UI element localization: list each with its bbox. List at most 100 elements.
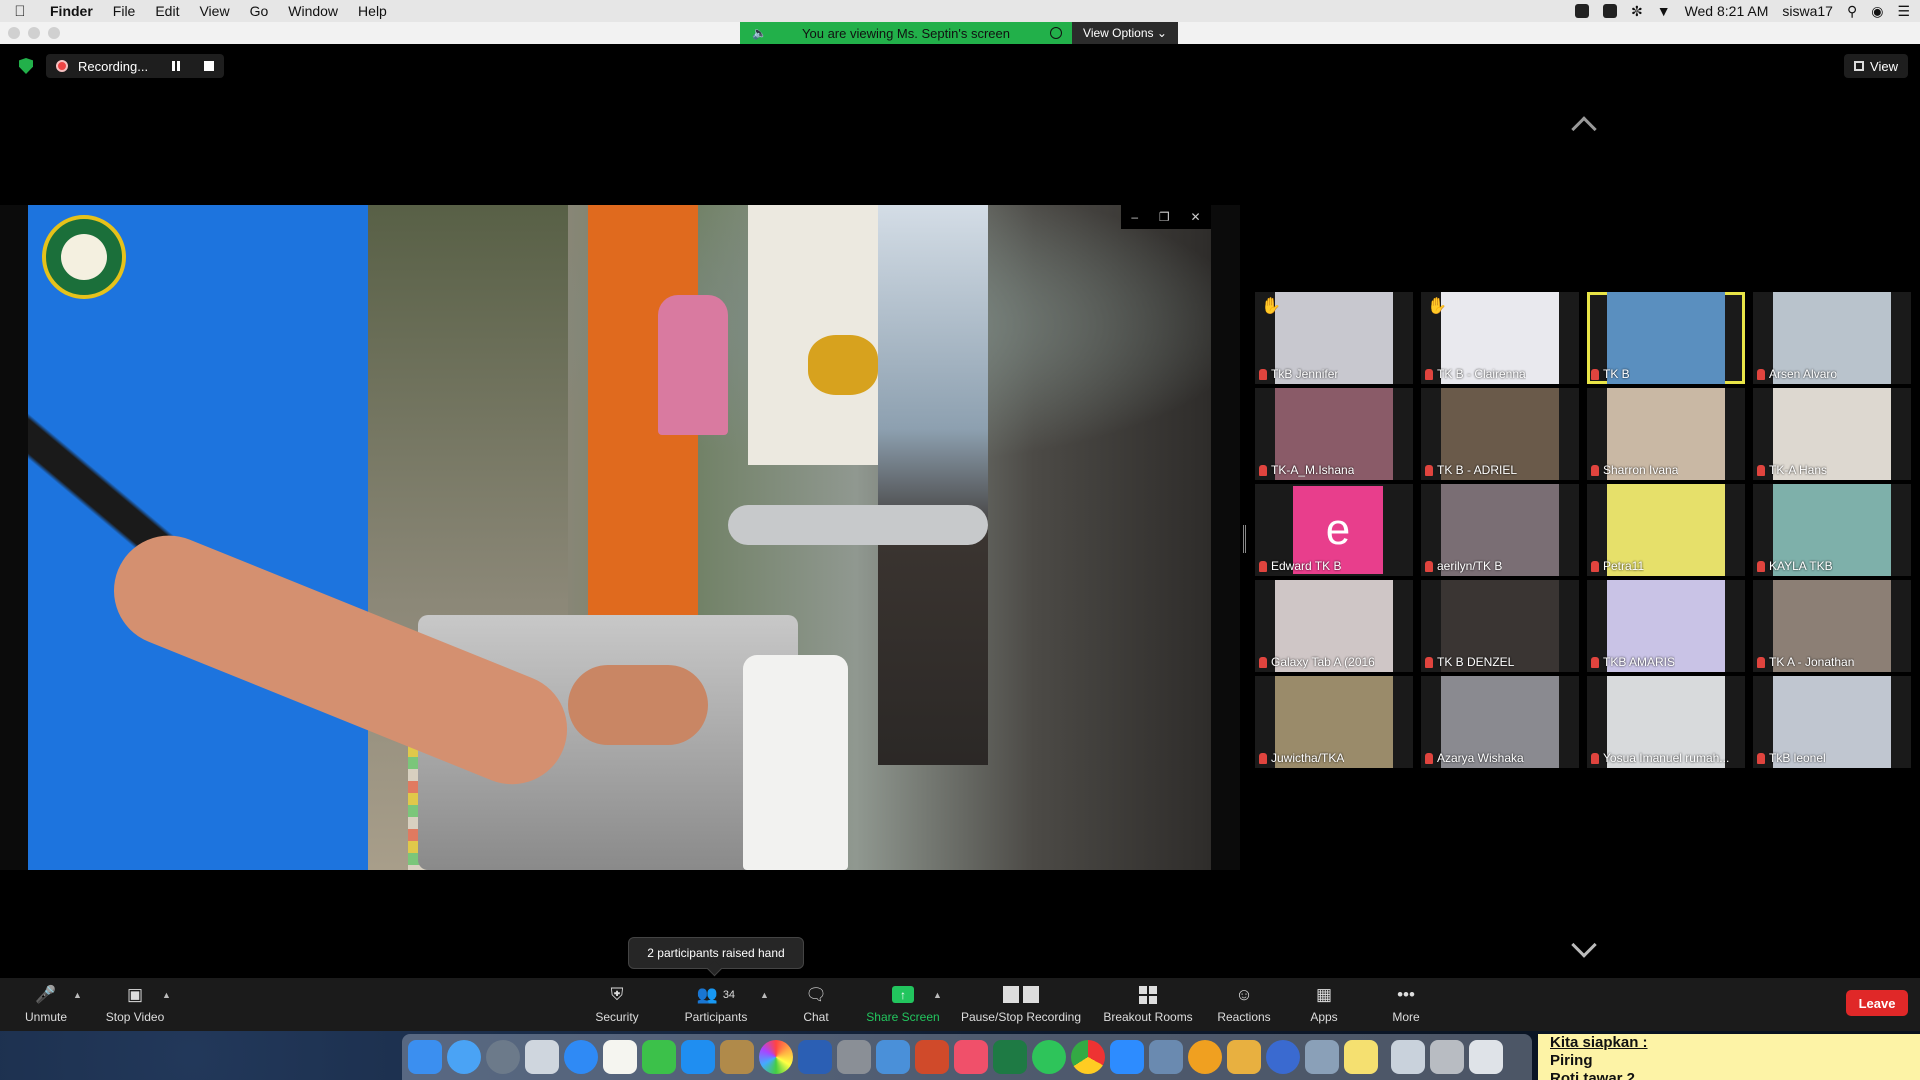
keynote-icon[interactable] <box>876 1040 910 1074</box>
participant-tile[interactable]: Sharron Ivana <box>1587 388 1745 480</box>
participant-tile[interactable]: aerilyn/TK B <box>1421 484 1579 576</box>
participant-tile[interactable]: Azarya Wishaka <box>1421 676 1579 768</box>
music-icon[interactable] <box>954 1040 988 1074</box>
close-window-icon[interactable] <box>8 27 20 39</box>
finder-icon[interactable] <box>408 1040 442 1074</box>
photos-icon[interactable] <box>759 1040 793 1074</box>
shared-screen[interactable]: – ❐ ✕ <box>0 205 1240 870</box>
participant-name: TKB AMARIS <box>1603 655 1676 669</box>
muted-microphone-icon <box>1591 656 1599 668</box>
menu-go[interactable]: Go <box>240 3 279 19</box>
participant-tile[interactable]: Arsen Alvaro <box>1753 292 1911 384</box>
participant-name-tag: TK B <box>1591 367 1630 381</box>
gallery-page-up-icon[interactable] <box>1571 116 1597 142</box>
participant-tile[interactable]: TK B <box>1587 292 1745 384</box>
pause-stop-recording-button[interactable]: Pause/Stop Recording <box>958 978 1084 1031</box>
zoom-status-icon[interactable] <box>1574 4 1589 18</box>
stickies-icon[interactable] <box>1344 1040 1378 1074</box>
pause-recording-icon[interactable] <box>172 61 181 71</box>
apple-menu-icon[interactable]:  <box>0 3 40 20</box>
menu-window[interactable]: Window <box>278 3 348 19</box>
share-screen-button[interactable]: ↑ Share Screen <box>862 978 944 1031</box>
participant-tile[interactable]: TK B DENZEL <box>1421 580 1579 672</box>
control-center-icon[interactable]: ☰ <box>1897 3 1910 20</box>
app-icon[interactable] <box>1149 1040 1183 1074</box>
stop-video-button[interactable]: ▣ Stop Video <box>96 978 174 1031</box>
zoom-icon[interactable] <box>1110 1040 1144 1074</box>
wifi-icon[interactable]: ▼ <box>1657 3 1671 19</box>
downloads-folder-icon[interactable] <box>1391 1040 1425 1074</box>
quicktime-icon[interactable] <box>1266 1040 1300 1074</box>
security-shield-icon[interactable] <box>19 58 33 74</box>
documents-folder-icon[interactable] <box>1430 1040 1464 1074</box>
muted-microphone-icon <box>1425 368 1433 380</box>
system-preferences-icon[interactable] <box>837 1040 871 1074</box>
share-options-caret-icon[interactable]: ▲ <box>933 990 942 1000</box>
whatsapp-icon[interactable] <box>1032 1040 1066 1074</box>
dropbox-icon[interactable]: ✼ <box>1631 3 1643 20</box>
menu-file[interactable]: File <box>103 3 146 19</box>
unmute-button[interactable]: 🎤 Unmute <box>14 978 78 1031</box>
menu-view[interactable]: View <box>189 3 239 19</box>
participants-options-caret-icon[interactable]: ▲ <box>760 990 769 1000</box>
app-icon[interactable] <box>1227 1040 1261 1074</box>
app-icon[interactable] <box>1188 1040 1222 1074</box>
reactions-button[interactable]: ☺ Reactions <box>1212 978 1276 1031</box>
participant-tile[interactable]: ✋ TK B - Clairenna <box>1421 292 1579 384</box>
participant-tile[interactable]: TK A - Jonathan <box>1753 580 1911 672</box>
breakout-rooms-button[interactable]: Breakout Rooms <box>1098 978 1198 1031</box>
sticky-note[interactable]: Kita siapkan : Piring Roti tawar 2 <box>1538 1034 1920 1080</box>
participant-tile[interactable]: Yosua Imanuel rumah... <box>1587 676 1745 768</box>
participant-tile[interactable]: TKB AMARIS <box>1587 580 1745 672</box>
app-store-icon[interactable] <box>681 1040 715 1074</box>
participant-tile[interactable]: Juwictha/TKA <box>1255 676 1413 768</box>
chat-button[interactable]: 🗨 Chat <box>786 978 846 1031</box>
video-options-caret-icon[interactable]: ▲ <box>162 990 171 1000</box>
menu-edit[interactable]: Edit <box>145 3 189 19</box>
status-menu-icon[interactable] <box>1602 4 1617 18</box>
app-icon[interactable] <box>1305 1040 1339 1074</box>
participant-tile[interactable]: ✋ TkB Jennifer <box>1255 292 1413 384</box>
messages-icon[interactable] <box>564 1040 598 1074</box>
participant-tile[interactable]: TK-A Hans <box>1753 388 1911 480</box>
participant-name: TkB Jennifer <box>1271 367 1339 381</box>
more-button[interactable]: ••• More <box>1378 978 1434 1031</box>
facetime-icon[interactable] <box>642 1040 676 1074</box>
apps-button[interactable]: ▦ Apps <box>1296 978 1352 1031</box>
maximize-window-icon[interactable] <box>48 27 60 39</box>
participant-tile[interactable]: Petra11 <box>1587 484 1745 576</box>
safari-icon[interactable] <box>447 1040 481 1074</box>
participant-name-tag: Sharron Ivana <box>1591 463 1678 477</box>
view-button[interactable]: View <box>1844 54 1908 78</box>
gallery-page-down-icon[interactable] <box>1571 932 1597 958</box>
security-button[interactable]: ⛨ Security <box>580 978 654 1031</box>
clock[interactable]: Wed 8:21 AM <box>1685 3 1769 19</box>
menu-app-name[interactable]: Finder <box>40 3 103 19</box>
stop-recording-icon[interactable] <box>204 61 215 71</box>
minimize-window-icon[interactable] <box>28 27 40 39</box>
powerpoint-icon[interactable] <box>915 1040 949 1074</box>
launchpad-icon[interactable] <box>486 1040 520 1074</box>
spotlight-search-icon[interactable]: ⚲ <box>1847 3 1857 20</box>
participant-tile[interactable]: KAYLA TKB <box>1753 484 1911 576</box>
word-icon[interactable] <box>798 1040 832 1074</box>
menu-help[interactable]: Help <box>348 3 397 19</box>
trash-icon[interactable] <box>1469 1040 1503 1074</box>
user-name[interactable]: siswa17 <box>1782 3 1833 19</box>
excel-icon[interactable] <box>993 1040 1027 1074</box>
contacts-icon[interactable] <box>720 1040 754 1074</box>
notes-icon[interactable] <box>603 1040 637 1074</box>
participant-tile[interactable]: e Edward TK B <box>1255 484 1413 576</box>
participant-tile[interactable]: Galaxy Tab A (2016 <box>1255 580 1413 672</box>
leave-button[interactable]: Leave <box>1846 990 1908 1016</box>
participants-button[interactable]: 👥 34 Participants <box>676 978 756 1031</box>
participant-tile[interactable]: TK-A_M.Ishana <box>1255 388 1413 480</box>
view-options-button[interactable]: View Options ⌄ <box>1072 22 1178 44</box>
chrome-icon[interactable] <box>1071 1040 1105 1074</box>
participant-tile[interactable]: TK B - ADRIEL <box>1421 388 1579 480</box>
audio-options-caret-icon[interactable]: ▲ <box>73 990 82 1000</box>
preview-icon[interactable] <box>525 1040 559 1074</box>
participant-tile[interactable]: TkB leonel <box>1753 676 1911 768</box>
panel-splitter-handle[interactable] <box>1243 525 1246 553</box>
siri-icon[interactable]: ◉ <box>1871 3 1883 20</box>
